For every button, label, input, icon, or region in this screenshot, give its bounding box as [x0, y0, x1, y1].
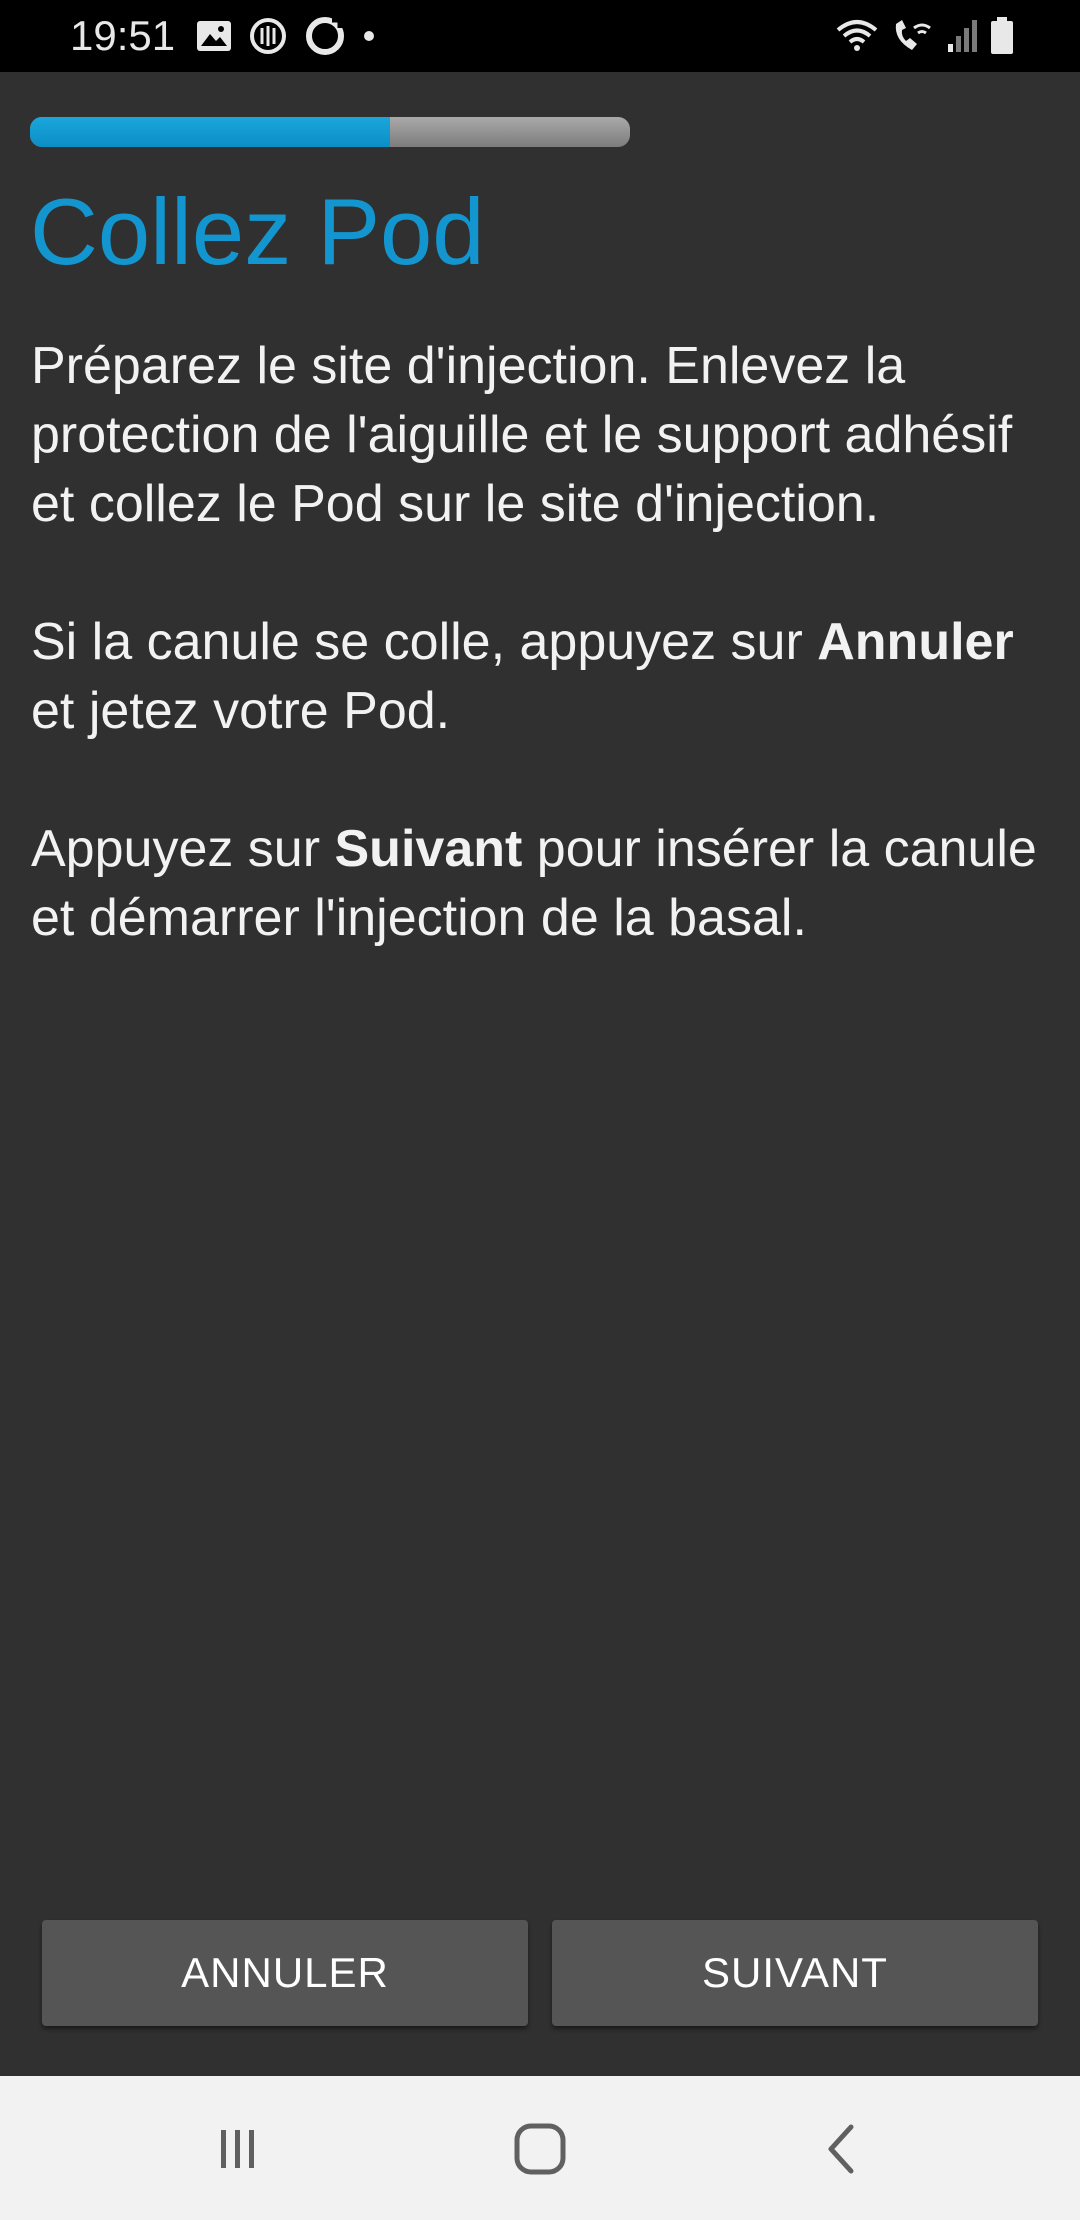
instruction-prepare: Préparez le site d'injection. Enlevez la… — [31, 337, 1013, 533]
dot-icon — [364, 31, 374, 41]
gallery-icon — [197, 21, 231, 51]
home-icon — [514, 2123, 566, 2175]
battery-icon — [991, 17, 1013, 54]
sync-icon — [250, 18, 286, 54]
cancel-keyword: Annuler — [817, 613, 1014, 671]
instruction-cancel: Si la canule se colle, appuyez sur Annul… — [31, 613, 1014, 740]
navigation-bar — [0, 2076, 1080, 2220]
recent-apps-button[interactable] — [198, 2116, 278, 2182]
back-icon — [828, 2124, 854, 2174]
instruction-next: Appuyez sur Suivant pour insérer la canu… — [31, 820, 1037, 947]
recent-apps-icon — [221, 2130, 254, 2168]
status-bar: 19:51 — [0, 0, 1080, 72]
next-keyword: Suivant — [334, 820, 523, 878]
circle-app-icon — [306, 17, 344, 55]
wifi-calling-icon — [895, 20, 931, 50]
wifi-icon — [836, 20, 878, 51]
cancel-button[interactable]: ANNULER — [42, 1920, 528, 2026]
progress-fill — [30, 117, 390, 147]
page-title: Collez Pod — [30, 179, 485, 284]
next-button[interactable]: SUIVANT — [552, 1920, 1038, 2026]
progress-bar — [30, 117, 630, 147]
home-button[interactable] — [500, 2116, 580, 2182]
instructions: Préparez le site d'injection. Enlevez la… — [31, 332, 1051, 1022]
status-time: 19:51 — [70, 12, 176, 59]
status-icons-right — [834, 14, 1014, 58]
signal-icon — [948, 20, 977, 52]
status-icons-left — [196, 14, 376, 58]
back-button[interactable] — [802, 2116, 882, 2182]
